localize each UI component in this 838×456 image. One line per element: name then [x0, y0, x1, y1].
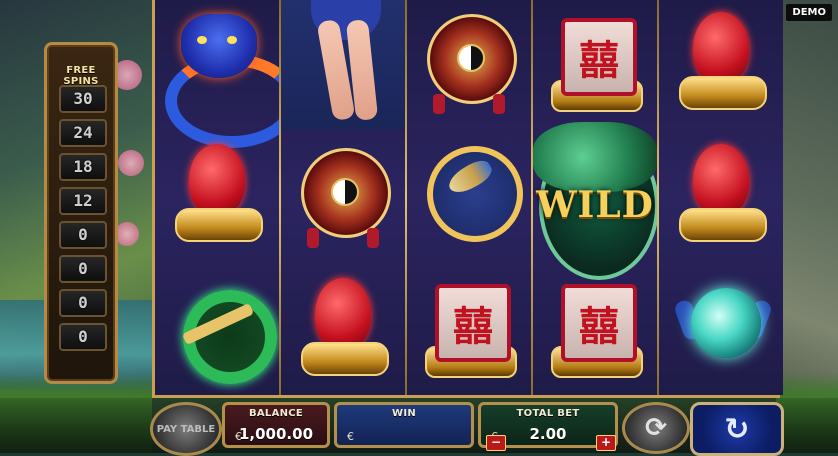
- total-bet-label: TOTAL BET: [516, 408, 580, 419]
- jade-ring-symbol: [161, 270, 277, 388]
- balance-display: BALANCE € 1,000.00: [222, 402, 330, 448]
- egg-base: [175, 208, 263, 242]
- dragon-eye: [227, 36, 237, 44]
- tassel: [367, 228, 379, 248]
- egg-base: [679, 208, 767, 242]
- egg: [693, 144, 749, 216]
- free-spins-slot: 0: [59, 289, 107, 317]
- free-spins-slot: 0: [59, 221, 107, 249]
- blossom: [118, 150, 144, 176]
- egg: [189, 144, 245, 216]
- red-egg-symbol: [665, 4, 777, 122]
- reel-3: 囍: [407, 0, 531, 395]
- free-spins-title: FREE SPINS: [63, 65, 99, 87]
- crystal-orb: [691, 288, 761, 358]
- autoplay-icon: ⟳: [645, 413, 667, 443]
- free-spins-slot: 18: [59, 153, 107, 181]
- free-spins-slot: 12: [59, 187, 107, 215]
- crystal-orb-symbol: [665, 270, 777, 388]
- double-happiness-tile: 囍: [435, 284, 511, 362]
- dragon-head: [181, 14, 257, 78]
- tassel: [493, 94, 505, 114]
- tassel: [307, 228, 319, 248]
- win-label: WIN: [391, 408, 417, 419]
- autoplay-button[interactable]: ⟳: [622, 402, 690, 454]
- reel-2: [281, 0, 405, 395]
- dragon-eye: [197, 36, 207, 44]
- increase-bet-button[interactable]: +: [596, 435, 616, 451]
- double-happiness-symbol: 囍: [413, 270, 525, 388]
- dancer-symbol: [281, 0, 405, 130]
- decrease-bet-button[interactable]: −: [486, 435, 506, 451]
- red-egg-symbol: [665, 136, 777, 254]
- red-egg-symbol: [287, 270, 399, 388]
- double-happiness-tile: 囍: [561, 284, 637, 362]
- dragon-symbol: [161, 4, 299, 148]
- free-spins-slot: 30: [59, 85, 107, 113]
- spin-button[interactable]: ↻: [690, 402, 784, 456]
- koi-symbol: [413, 136, 525, 254]
- red-egg-symbol: [161, 136, 273, 254]
- wild-label: WILD: [536, 184, 654, 226]
- demo-badge: DEMO: [786, 4, 832, 21]
- reel-1: [155, 0, 299, 395]
- jade-dragon: [533, 122, 657, 192]
- double-happiness-symbol: 囍: [539, 4, 651, 122]
- free-spins-slot: 0: [59, 255, 107, 283]
- background-scenery-right: [776, 0, 838, 453]
- koi-ring: [427, 146, 523, 242]
- reel-area: 囍 囍 WILD 囍: [152, 0, 783, 398]
- egg-base: [301, 342, 389, 376]
- free-spins-slot: 24: [59, 119, 107, 147]
- win-display: WIN €: [334, 402, 474, 448]
- spin-icon: ↻: [724, 411, 750, 447]
- free-spins-meter: FREE SPINS 30 24 18 12 0 0 0 0: [44, 42, 118, 384]
- reel-4: 囍 WILD 囍: [531, 0, 659, 395]
- medallion-symbol: [413, 4, 525, 122]
- egg-base: [679, 76, 767, 110]
- egg: [315, 278, 371, 350]
- reel-5: [659, 0, 783, 395]
- double-happiness-symbol: 囍: [539, 270, 651, 388]
- medallion-symbol: [287, 138, 399, 256]
- yin-yang-icon: [457, 44, 485, 72]
- free-spins-slot: 0: [59, 323, 107, 351]
- paytable-button[interactable]: PAY TABLE: [150, 402, 222, 456]
- blossom: [115, 222, 139, 246]
- balance-value: 1,000.00: [238, 425, 314, 443]
- egg: [693, 12, 749, 84]
- balance-label: BALANCE: [248, 408, 304, 419]
- tassel: [433, 94, 445, 114]
- yin-yang-icon: [331, 178, 359, 206]
- wild-symbol: WILD: [531, 122, 659, 280]
- double-happiness-tile: 囍: [561, 18, 637, 96]
- win-currency: €: [347, 430, 354, 443]
